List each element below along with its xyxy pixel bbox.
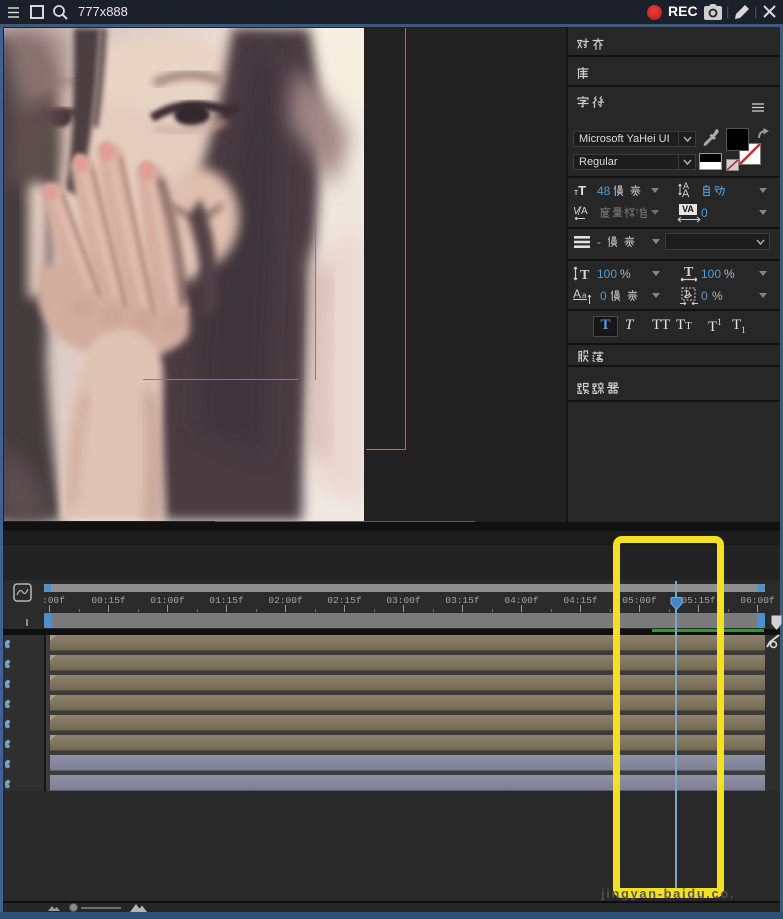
svg-text:A: A: [682, 188, 690, 198]
svg-text:A: A: [573, 287, 581, 301]
svg-text:T: T: [580, 268, 590, 282]
svg-text:A: A: [581, 206, 588, 217]
svg-text:T: T: [684, 265, 694, 280]
svg-text:V: V: [573, 206, 581, 217]
svg-text:a: a: [582, 291, 587, 300]
